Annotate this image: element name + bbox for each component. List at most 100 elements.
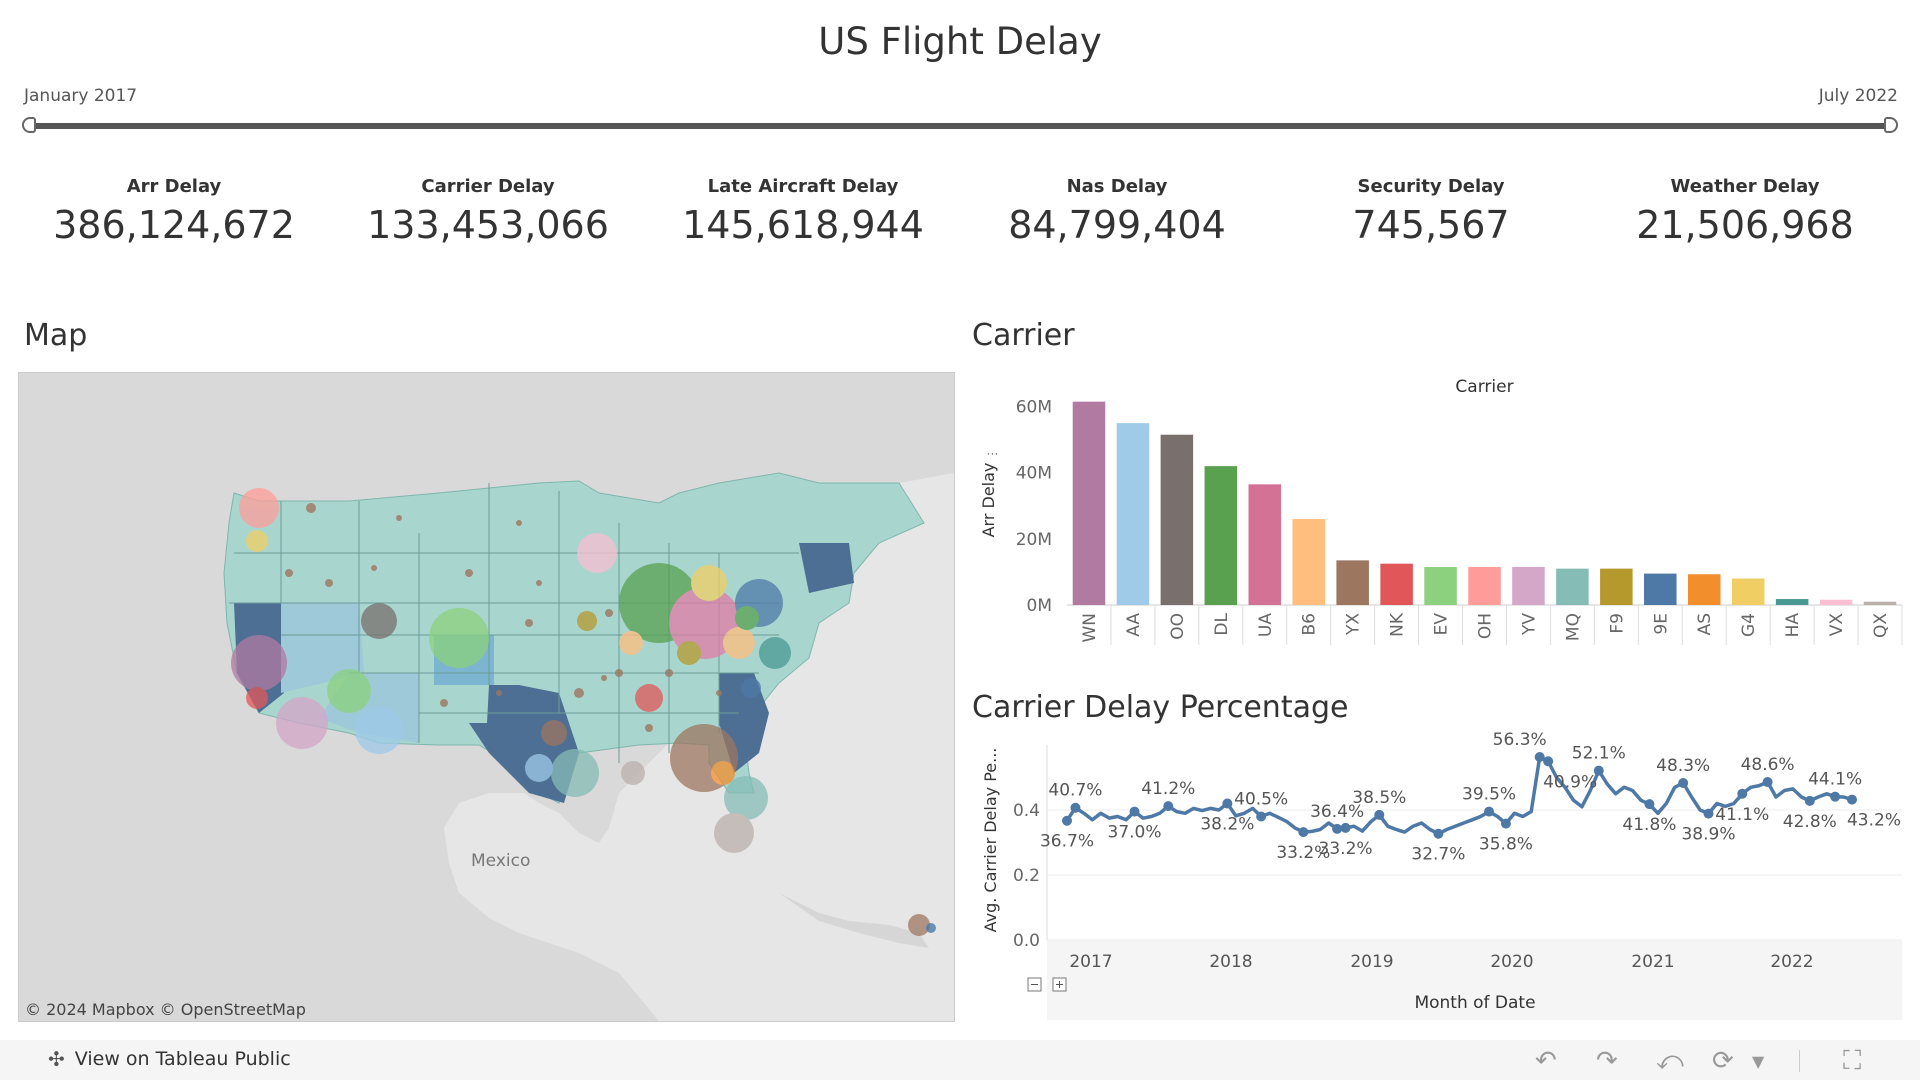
line-data-label: 40.5% — [1234, 790, 1288, 810]
line-point[interactable] — [1070, 802, 1081, 813]
toolbar-divider — [1799, 1050, 1800, 1072]
bar-UA[interactable] — [1248, 484, 1282, 605]
kpi-carrier-delay: Carrier Delay 133,453,066 — [328, 176, 648, 247]
line-point[interactable] — [1737, 788, 1748, 799]
bar-MQ[interactable] — [1556, 568, 1589, 605]
map-canvas[interactable] — [19, 373, 954, 1021]
line-point[interactable] — [1593, 765, 1604, 776]
kpi-value: 745,567 — [1352, 203, 1510, 247]
carrier-bar-chart[interactable]: Carrier 0M 20M 40M 60M Arr Delay ⫶ WN AA OO DL UA B6… — [972, 360, 1910, 660]
carrier-delay-line-chart[interactable]: 0.0 0.2 0.4 Avg. Carrier Delay Pe... 36.7% 40… — [972, 730, 1910, 1020]
bar-YX[interactable] — [1336, 560, 1369, 605]
line-point[interactable] — [1298, 827, 1309, 838]
bar-EV[interactable] — [1424, 566, 1457, 605]
line-data-label: 41.8% — [1622, 815, 1676, 835]
bar-x-tick: B6 — [1300, 613, 1320, 635]
kpi-label: Weather Delay — [1670, 176, 1820, 197]
line-data-label: 39.5% — [1462, 785, 1516, 805]
bar-9E[interactable] — [1644, 573, 1677, 605]
line-data-label: 42.8% — [1783, 812, 1837, 832]
kpi-weather-delay: Weather Delay 21,506,968 — [1585, 176, 1905, 247]
line-point[interactable] — [1543, 756, 1554, 767]
sort-icon[interactable]: ⫶ — [983, 452, 999, 456]
range-start-label: January 2017 — [24, 86, 138, 106]
line-data-label: 33.2% — [1319, 839, 1373, 859]
line-data-label: 38.2% — [1200, 815, 1254, 835]
slider-start-handle[interactable] — [22, 117, 36, 133]
bar-NK[interactable] — [1380, 563, 1413, 605]
line-data-label: 36.7% — [1040, 832, 1094, 852]
line-y-tick: 0.2 — [1013, 866, 1040, 886]
kpi-value: 133,453,066 — [367, 203, 609, 247]
line-point[interactable] — [1256, 811, 1267, 822]
bar-x-tick: UA — [1256, 613, 1276, 637]
bar-x-tick: QX — [1871, 613, 1891, 638]
bar-x-tick: 9E — [1651, 613, 1671, 635]
kpi-arr-delay: Arr Delay 386,124,672 — [14, 176, 334, 247]
bar-DL[interactable] — [1204, 466, 1238, 605]
line-data-label: 41.1% — [1715, 805, 1769, 825]
date-range-slider[interactable] — [30, 123, 1892, 129]
bar-x-tick: G4 — [1739, 613, 1759, 637]
kpi-value: 21,506,968 — [1636, 203, 1854, 247]
bar-QX[interactable] — [1863, 601, 1897, 605]
line-point[interactable] — [1644, 799, 1655, 810]
line-point[interactable] — [1847, 794, 1857, 805]
bar-WN[interactable] — [1072, 401, 1106, 605]
line-point[interactable] — [1332, 823, 1343, 834]
refresh-icon[interactable]: ⟳ — [1712, 1046, 1734, 1076]
bar-x-tick: DL — [1212, 612, 1232, 635]
line-x-tick: 2022 — [1770, 952, 1813, 972]
bar-OH[interactable] — [1468, 566, 1501, 605]
line-x-axis-label: Month of Date — [1414, 993, 1535, 1013]
bar-y-tick: 0M — [1027, 596, 1052, 616]
kpi-label: Nas Delay — [1066, 176, 1168, 197]
line-point[interactable] — [1374, 809, 1385, 820]
line-point[interactable] — [1678, 778, 1689, 789]
dashboard-title: US Flight Delay — [818, 20, 1102, 63]
fullscreen-icon[interactable]: ⛶ — [1843, 1046, 1861, 1077]
bar-x-tick: HA — [1783, 613, 1803, 638]
line-point[interactable] — [1340, 822, 1351, 833]
bar-VX[interactable] — [1819, 599, 1853, 605]
line-data-label: 52.1% — [1572, 744, 1626, 764]
line-data-label: 35.8% — [1479, 835, 1533, 855]
kpi-value: 145,618,944 — [682, 203, 924, 247]
line-point[interactable] — [1129, 806, 1140, 817]
dropdown-icon[interactable]: ▼ — [1752, 1052, 1764, 1071]
line-point[interactable] — [1222, 798, 1233, 809]
view-on-tableau-link[interactable]: ✣ View on Tableau Public — [48, 1047, 291, 1071]
tableau-logo-icon: ✣ — [48, 1047, 65, 1071]
line-point[interactable] — [1062, 815, 1072, 826]
kpi-label: Arr Delay — [126, 176, 222, 197]
line-point[interactable] — [1762, 777, 1773, 788]
bar-y-axis-label: Arr Delay — [979, 463, 998, 538]
bar-HA[interactable] — [1775, 599, 1809, 605]
bar-AS[interactable] — [1687, 574, 1721, 605]
line-point[interactable] — [1484, 806, 1495, 817]
kpi-security-delay: Security Delay 745,567 — [1271, 176, 1591, 247]
bar-B6[interactable] — [1292, 519, 1325, 605]
undo-icon[interactable]: ↶ — [1535, 1046, 1557, 1076]
line-point[interactable] — [1500, 818, 1511, 829]
bar-x-tick: YV — [1519, 613, 1539, 636]
line-data-label: 43.2% — [1847, 811, 1901, 831]
bar-AA[interactable] — [1116, 423, 1150, 605]
bar-x-tick: WN — [1080, 613, 1100, 643]
line-point[interactable] — [1163, 801, 1174, 812]
bar-F9[interactable] — [1600, 568, 1633, 605]
kpi-value: 386,124,672 — [53, 203, 295, 247]
revert-icon[interactable]: ⤺ — [1656, 1046, 1684, 1077]
redo-icon[interactable]: ↷ — [1596, 1046, 1618, 1076]
bar-YV[interactable] — [1512, 566, 1545, 605]
line-point[interactable] — [1830, 791, 1841, 802]
bar-x-tick: OO — [1168, 613, 1188, 640]
delay-map[interactable]: Mexico © 2024 Mapbox © OpenStreetMap — [18, 372, 955, 1022]
line-point[interactable] — [1804, 795, 1815, 806]
line-point[interactable] — [1703, 808, 1714, 819]
line-point[interactable] — [1433, 828, 1444, 839]
bar-G4[interactable] — [1731, 578, 1765, 605]
slider-end-handle[interactable] — [1884, 117, 1898, 133]
bar-x-tick: OH — [1476, 613, 1496, 639]
bar-OO[interactable] — [1160, 434, 1194, 605]
